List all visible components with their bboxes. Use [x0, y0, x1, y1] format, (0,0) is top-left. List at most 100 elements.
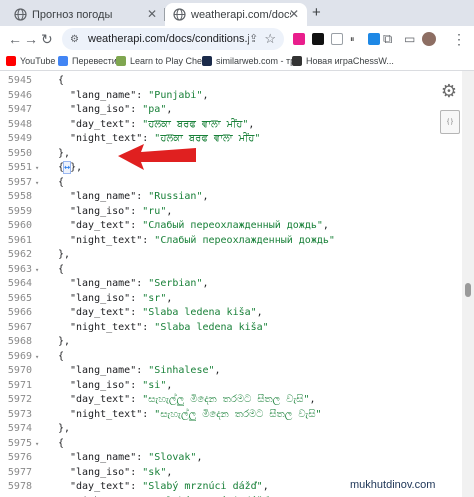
code-line: 5950}, — [0, 147, 462, 162]
json-key: "night_text" — [70, 234, 143, 246]
json-string-value: "Punjabi" — [148, 89, 203, 101]
json-key: "lang_iso" — [70, 292, 131, 304]
browser-toolbar: ← → ↻ ⚙ weatherapi.com/docs/conditions.j… — [0, 26, 474, 52]
settings-gear-icon[interactable]: ⚙ — [438, 80, 460, 102]
extension-shield-icon[interactable] — [331, 33, 343, 45]
json-string-value: "Sinhalese" — [148, 365, 215, 376]
back-arrow-icon[interactable]: ← — [8, 30, 22, 48]
extension-blue-icon[interactable] — [368, 33, 380, 45]
forward-arrow-icon[interactable]: → — [24, 30, 38, 48]
json-punctuation: : — [130, 292, 143, 304]
code-content: { — [58, 263, 64, 278]
code-line: 5960 "day_text": "Слабый переохлажденный … — [0, 219, 462, 234]
code-line: 5974}, — [0, 422, 462, 437]
avatar[interactable] — [422, 32, 436, 46]
line-number: 5959 — [7, 205, 32, 217]
line-number: 5949 — [7, 133, 32, 144]
json-string-value: "si" — [142, 379, 167, 391]
json-string-value: "pa" — [142, 104, 167, 115]
tab-title: weatherapi.com/docs/conditions — [191, 8, 291, 21]
json-string-value: "සැහැල්ලු මිදෙන තරමට සීතල වැසි" — [154, 408, 322, 420]
json-punctuation: : — [142, 321, 155, 333]
bookmark-chessw[interactable]: Новая играChessW... — [292, 54, 394, 68]
youtube-icon — [6, 56, 16, 66]
raw-json-icon[interactable]: { } — [440, 110, 460, 134]
json-punctuation: : — [136, 452, 149, 463]
share-icon[interactable]: ⇪ — [249, 30, 258, 48]
code-line: 5972 "day_text": "සැහැල්ලු මිදෙන තරමට සීත… — [0, 393, 462, 408]
reload-icon[interactable]: ↻ — [41, 30, 53, 48]
extensions-puzzle-icon[interactable]: ⧉ — [383, 30, 392, 48]
vertical-scrollbar[interactable] — [462, 71, 474, 497]
close-tab-icon[interactable]: ✕ — [147, 7, 157, 21]
close-tab-icon[interactable]: ✕ — [289, 7, 299, 21]
code-line: 5976 "lang_name": "Slovak", — [0, 451, 462, 466]
code-line: 5961 "night_text": "Слабый переохлажденны… — [0, 234, 462, 249]
code-line: 5963 ▾ { — [0, 263, 462, 278]
menu-kebab-icon[interactable]: ⋮ — [452, 30, 466, 48]
bookmark-learn-chess[interactable]: Learn to Play Chess — [116, 54, 211, 68]
line-number: 5961 — [7, 234, 32, 246]
json-string-value: "Слабый переохлажденный дождь" — [154, 234, 335, 246]
chessw-icon — [292, 56, 302, 66]
json-punctuation: : — [130, 220, 143, 231]
bookmark-label: Новая играChessW... — [306, 56, 394, 66]
code-content: "lang_iso": "sk", — [70, 466, 172, 481]
code-content: "lang_name": "Punjabi", — [70, 89, 209, 104]
json-punctuation: , — [309, 394, 316, 405]
json-punctuation: : — [142, 234, 155, 246]
extension-pink-icon[interactable] — [293, 33, 305, 45]
line-number: 5945 — [7, 75, 32, 86]
json-punctuation: , — [202, 191, 209, 202]
tab-weather-forecast[interactable]: Прогноз погоды ✕ — [6, 3, 165, 26]
fold-toggle-icon[interactable]: ▾ — [35, 161, 39, 176]
site-info-icon[interactable]: ⚙ — [70, 33, 82, 45]
fold-toggle-icon[interactable]: ▾ — [35, 263, 39, 278]
code-line: 5969 ▾ { — [0, 350, 462, 365]
translate-icon — [58, 56, 68, 66]
code-content: { — [58, 437, 64, 452]
json-key: "day_text" — [70, 220, 131, 231]
line-number: 5965 — [7, 292, 32, 304]
json-punctuation: , — [214, 365, 221, 376]
fold-toggle-icon[interactable]: ▾ — [35, 176, 39, 191]
json-punctuation: , — [322, 220, 329, 231]
code-line: 5949 "night_text": "ਹਲਕਾ ਬਰਫ ਵਾਲਾ ਮੀਂਹ" — [0, 132, 462, 147]
line-number: 5978 — [7, 481, 32, 492]
bookmark-label: YouTube — [20, 56, 56, 66]
scrollbar-thumb[interactable] — [465, 283, 471, 297]
bookmark-star-icon[interactable]: ☆ — [264, 31, 276, 47]
line-number: 5975 — [7, 437, 32, 449]
bookmark-similarweb[interactable]: similarweb.com - тр... — [202, 54, 303, 68]
tab-conditions-json[interactable]: weatherapi.com/docs/conditions ✕ — [165, 3, 307, 26]
json-punctuation: , — [166, 104, 173, 115]
bookmark-youtube[interactable]: YouTube — [6, 54, 55, 68]
similarweb-icon — [202, 56, 212, 66]
json-string-value: "ru" — [142, 205, 167, 217]
json-punctuation: }, — [70, 162, 83, 173]
json-punctuation: , — [262, 481, 269, 492]
extension-pause-icon[interactable]: ⏸ — [350, 33, 362, 45]
code-line: 5959 "lang_iso": "ru", — [0, 205, 462, 220]
address-bar[interactable]: ⚙ weatherapi.com/docs/conditions.json ⇪ … — [62, 28, 284, 50]
bookmark-translate[interactable]: Перевести — [58, 54, 117, 68]
fold-toggle-icon[interactable]: ▾ — [35, 437, 39, 452]
code-content: }, — [58, 422, 70, 437]
fold-toggle-icon[interactable]: ▾ — [35, 350, 39, 365]
extension-dark-icon[interactable] — [312, 33, 324, 45]
json-key: "lang_iso" — [70, 104, 131, 115]
json-punctuation: , — [256, 307, 263, 318]
code-content: "lang_name": "Sinhalese", — [70, 364, 221, 379]
json-string-value: "sr" — [142, 292, 167, 304]
side-panel-icon[interactable]: ▭ — [404, 30, 415, 48]
json-punctuation: { — [58, 350, 65, 362]
tab-title: Прогноз погоды — [32, 8, 113, 21]
json-punctuation: : — [130, 118, 143, 130]
new-tab-icon[interactable]: + — [312, 4, 321, 21]
code-line: 5975 ▾ { — [0, 437, 462, 452]
code-content: "day_text": "Слабый переохлажденный дожд… — [70, 219, 329, 234]
code-content: "night_text": "Слабый переохлажденный до… — [70, 234, 335, 249]
json-key: "night_text" — [70, 321, 143, 333]
code-content: { — [58, 176, 64, 191]
json-punctuation: : — [142, 408, 155, 420]
